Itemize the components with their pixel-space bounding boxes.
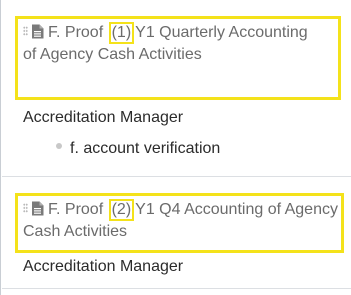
item-number: (2) (108, 199, 135, 221)
sub-item-label: f. account verification (70, 140, 221, 157)
title-prefix: F. Proof (48, 24, 104, 41)
item-title[interactable]: F. Proof (2) Y1 Q4 Accounting of Agency C… (23, 199, 338, 243)
item-title[interactable]: F. Proof (1) Y1 Quarterly Accounting of A… (23, 22, 323, 66)
list-item[interactable]: F. Proof (1) Y1 Quarterly Accounting of A… (1, 0, 351, 170)
document-icon (32, 201, 44, 216)
drag-handle-icon[interactable] (23, 26, 28, 36)
document-icon (32, 24, 44, 39)
bullet-icon (56, 143, 62, 149)
items-panel: F. Proof (1) Y1 Quarterly Accounting of A… (0, 0, 351, 295)
list-item[interactable]: F. Proof (2) Y1 Q4 Accounting of Agency C… (1, 177, 351, 287)
drag-handle-icon[interactable] (23, 203, 28, 213)
assigned-role: Accreditation Manager (23, 258, 184, 275)
item-number: (1) (108, 22, 135, 44)
divider (2, 288, 351, 289)
assigned-role: Accreditation Manager (23, 109, 184, 126)
title-prefix: F. Proof (48, 201, 104, 218)
sub-item[interactable]: f. account verification (56, 138, 220, 160)
